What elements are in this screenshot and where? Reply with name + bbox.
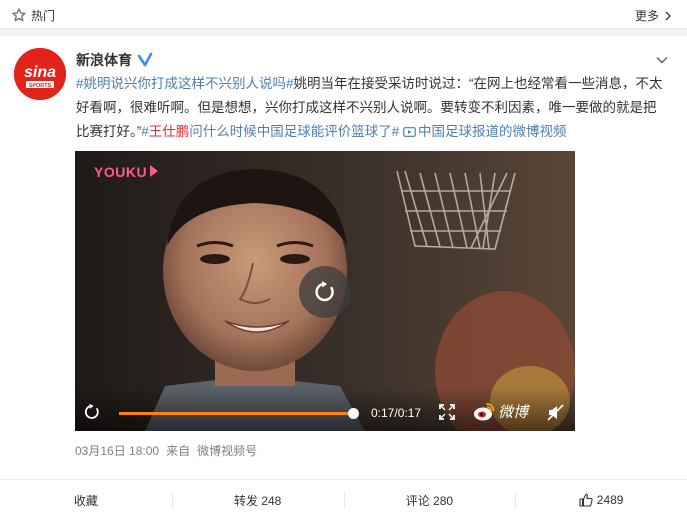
avatar-logo-subtext: SPORTS (29, 83, 52, 89)
video-link-icon (403, 127, 416, 137)
fullscreen-icon[interactable] (439, 404, 455, 420)
post-date[interactable]: 03月16日 18:00 (75, 444, 159, 458)
post-meta: 03月16日 18:00 来自 微博视频号 (75, 442, 264, 459)
hot-label: 热门 (31, 9, 56, 23)
video-source-link-label: 中国足球报道的微博视频 (418, 124, 567, 139)
topic-hash-open[interactable]: # (141, 124, 149, 139)
post-text: #姚明说兴你打成这样不兴别人说吗#姚明当年在接受采访时说过：“在网上也经常看一些… (76, 72, 668, 144)
author-name[interactable]: 新浪体育 (76, 50, 132, 70)
youku-watermark: YOUKU (94, 164, 159, 180)
more-button[interactable]: 更多 (635, 7, 673, 24)
repost-button[interactable]: 转发 248 (171, 480, 344, 520)
progress-bar[interactable] (119, 408, 359, 419)
time-display: 0:17/0:17 (371, 406, 422, 420)
chevron-right-icon (665, 11, 671, 20)
volume-muted-icon[interactable] (547, 404, 564, 421)
video-source-link[interactable]: 中国足球报道的微博视频 (403, 124, 567, 139)
video-player[interactable]: YOUKU 0:17/0:17 微博 (75, 151, 575, 431)
avatar[interactable]: sina SPORTS (14, 48, 66, 100)
like-count: 2489 (596, 493, 624, 507)
action-bar: 收藏 转发 248 评论 280 2489 (0, 479, 687, 520)
weibo-brand-text: 微博 (498, 404, 529, 421)
from-label: 来自 (166, 444, 191, 458)
video-controls: 0:17/0:17 微博 (75, 387, 575, 431)
sina-sports-logo: sina SPORTS (14, 48, 66, 100)
favorite-label: 收藏 (73, 493, 98, 508)
hot-topbar: 热门 更多 (0, 0, 687, 29)
weibo-post-card: sina SPORTS 新浪体育 #姚明说兴你打成这样不兴别人说吗#姚明当年在接… (0, 36, 687, 520)
post-source[interactable]: 微博视频号 (197, 444, 257, 458)
replay-small-icon[interactable] (83, 403, 101, 421)
avatar-logo-text: sina (24, 64, 56, 81)
topic-link-football[interactable]: 问什么时候中国足球能评价篮球了# (189, 124, 399, 139)
chevron-down-icon[interactable] (655, 53, 669, 67)
comment-button[interactable]: 评论 280 (343, 480, 516, 520)
comment-label: 评论 280 (405, 493, 454, 508)
progress-knob[interactable] (348, 408, 359, 419)
repost-label: 转发 248 (233, 493, 282, 508)
more-label: 更多 (634, 9, 659, 23)
favorite-button[interactable]: 收藏 (0, 480, 172, 520)
thumbs-up-icon (579, 493, 593, 507)
youku-watermark-text: YOUKU (94, 164, 148, 180)
weibo-brand[interactable]: 微博 (473, 401, 528, 422)
mention-link-wangshipeng[interactable]: 王仕鹏 (149, 124, 190, 139)
progress-fill (119, 412, 353, 415)
author-row: 新浪体育 (76, 50, 153, 70)
weibo-eye-icon (474, 402, 495, 420)
like-button[interactable]: 2489 (515, 480, 687, 520)
topic-link-yaoming[interactable]: #姚明说兴你打成这样不兴别人说吗# (76, 76, 294, 91)
replay-center-button[interactable] (299, 266, 351, 318)
replay-icon (315, 281, 334, 302)
hot-thumb-icon (12, 8, 26, 22)
verified-badge-icon (137, 52, 153, 67)
